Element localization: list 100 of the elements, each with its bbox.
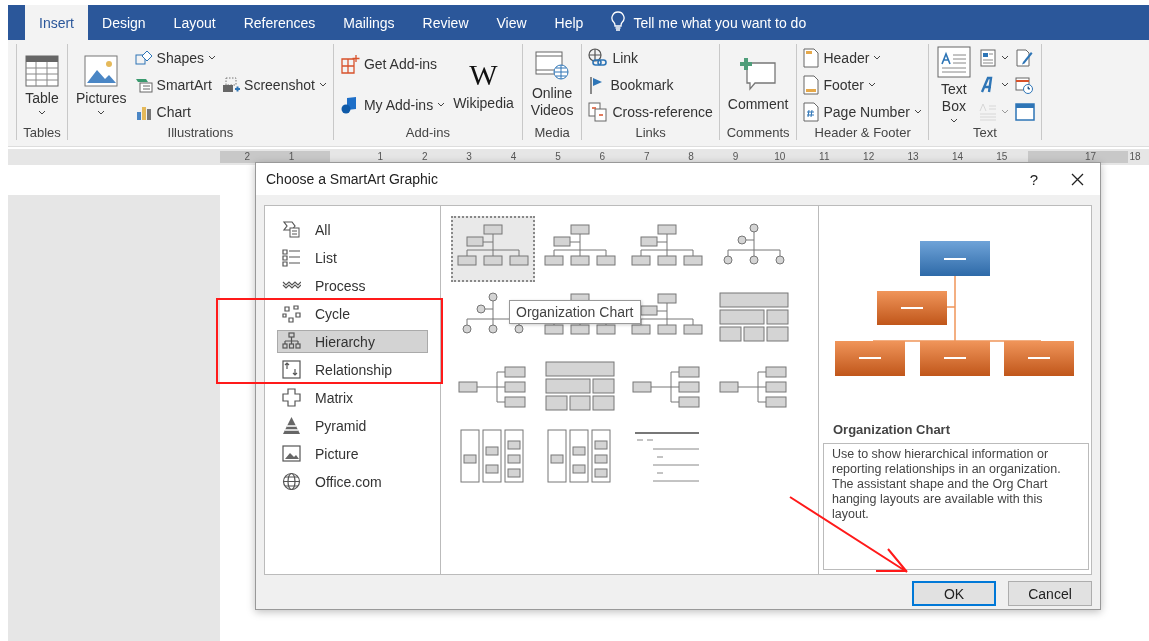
quick-parts-icon xyxy=(978,48,997,67)
ruler-number: 4 xyxy=(509,150,518,164)
cross-reference-icon xyxy=(588,101,609,122)
ribbon-button[interactable]: My Add-ins xyxy=(339,92,446,117)
group-label: Tables xyxy=(23,125,61,140)
category-item[interactable]: Relationship xyxy=(277,358,428,381)
ribbon-button[interactable]: W Wikipedia xyxy=(451,55,516,114)
category-item[interactable]: Process xyxy=(277,274,428,297)
ruler-number: 1 xyxy=(287,150,296,164)
ruler-number: 14 xyxy=(950,150,964,164)
ruler-number: 10 xyxy=(773,150,787,164)
category-item[interactable]: Matrix xyxy=(277,386,428,409)
header-page-icon xyxy=(803,47,820,68)
ribbon-button[interactable]: Chart xyxy=(134,99,217,124)
ribbon-button[interactable]: Get Add-ins xyxy=(339,52,446,77)
group-label: Add-ins xyxy=(404,125,451,140)
ribbon-tab[interactable]: Help xyxy=(540,5,598,40)
group-label: Media xyxy=(533,125,571,140)
ribbon-button[interactable]: Online Videos xyxy=(528,48,576,121)
ribbon-tab[interactable]: Design xyxy=(88,5,160,40)
category-icon xyxy=(282,388,301,407)
ribbon-tab[interactable]: Insert xyxy=(25,5,88,40)
ruler-number: 15 xyxy=(995,150,1009,164)
dialog-title: Choose a SmartArt Graphic xyxy=(266,171,439,187)
link-icon xyxy=(588,47,609,68)
ruler-number: 8 xyxy=(687,150,695,164)
ribbon-button[interactable]: Link xyxy=(588,45,713,70)
add-ins-icon xyxy=(339,54,360,75)
layout-description: Use to show hierarchical information or reporting relationships in an organization. The assistant shape and the Org Chart hanging layouts are available with this layout. xyxy=(823,443,1089,570)
ruler-number: 12 xyxy=(862,150,876,164)
layout-title: Organization Chart xyxy=(832,422,951,437)
picture-icon xyxy=(84,54,119,87)
ruler-number: 17 xyxy=(1084,150,1098,164)
ribbon-tab[interactable]: Layout xyxy=(159,5,230,40)
ok-button[interactable]: OK xyxy=(912,581,996,606)
shapes-icon xyxy=(134,49,153,66)
ribbon-button[interactable]: Pictures xyxy=(74,52,129,117)
ribbon-button[interactable]: Comment xyxy=(725,54,791,115)
text-box-icon xyxy=(936,46,971,78)
group-label: Comments xyxy=(725,125,791,140)
signature-line-icon xyxy=(1014,48,1033,67)
ruler-number: 3 xyxy=(465,150,473,164)
ribbon-button[interactable]: Header xyxy=(803,45,922,70)
ribbon-button[interactable]: Footer xyxy=(803,72,922,97)
ribbon-button[interactable]: SmartArt xyxy=(134,72,217,97)
cancel-button[interactable]: Cancel xyxy=(1008,581,1092,606)
category-item[interactable]: List xyxy=(277,246,428,269)
category-icon xyxy=(282,248,301,267)
category-item[interactable]: Cycle xyxy=(277,302,428,325)
category-icon xyxy=(282,416,301,435)
category-icon xyxy=(282,220,301,239)
object-icon xyxy=(1014,102,1035,121)
smartart-icon xyxy=(134,76,153,93)
ruler-number: 9 xyxy=(731,150,740,164)
tooltip: Organization Chart xyxy=(509,300,641,324)
ribbon-button[interactable]: Screenshot xyxy=(222,72,327,97)
group-label: Illustrations xyxy=(166,125,235,140)
category-item[interactable]: Office.com xyxy=(277,470,428,493)
ribbon-tab[interactable]: References xyxy=(229,5,330,40)
drop-cap-icon xyxy=(978,102,997,121)
comment-icon xyxy=(739,56,778,93)
category-icon xyxy=(282,444,301,463)
ruler-number: 7 xyxy=(642,150,651,164)
ribbon-tab[interactable]: Review xyxy=(408,5,483,40)
category-item[interactable]: Hierarchy xyxy=(277,330,428,353)
ribbon-button[interactable]: Page Number xyxy=(803,99,922,124)
ribbon-button[interactable]: Shapes xyxy=(134,45,217,70)
ruler-number: 1 xyxy=(376,150,385,164)
ribbon-tab[interactable]: View xyxy=(482,5,541,40)
ruler-number: 13 xyxy=(906,150,920,164)
ruler-number: 5 xyxy=(554,150,562,164)
group-label: Links xyxy=(634,125,667,140)
ruler-number: 2 xyxy=(420,150,429,164)
ribbon-button[interactable]: Table xyxy=(23,52,61,117)
ruler-number: 18 xyxy=(1128,150,1142,164)
group-label: Text xyxy=(971,125,998,140)
layout-thumbnail[interactable] xyxy=(451,216,535,282)
category-icon xyxy=(282,472,301,491)
lightbulb-icon xyxy=(611,11,626,31)
table-icon xyxy=(25,54,59,87)
camera-icon xyxy=(222,76,241,93)
footer-page-icon xyxy=(803,74,820,95)
ruler-number: 11 xyxy=(818,150,831,164)
help-button[interactable]: ? xyxy=(1014,163,1054,195)
category-item[interactable]: All xyxy=(277,218,428,241)
category-item[interactable]: Picture xyxy=(277,442,428,465)
close-icon xyxy=(1070,172,1084,186)
tell-me-search-field[interactable]: Tell me what you want to do xyxy=(631,13,896,32)
page-number-icon xyxy=(803,101,820,122)
category-icon xyxy=(282,304,301,323)
ruler-number: 2 xyxy=(243,150,251,164)
ribbon-button[interactable]: Text Box xyxy=(934,44,973,125)
category-icon xyxy=(282,360,301,379)
ruler-number: 6 xyxy=(598,150,607,164)
ribbon-button[interactable]: Bookmark xyxy=(588,72,713,97)
video-globe-icon xyxy=(534,50,571,82)
category-item[interactable]: Pyramid xyxy=(277,414,428,437)
ribbon-tab[interactable]: Mailings xyxy=(329,5,409,40)
ribbon-button[interactable]: Cross-reference xyxy=(588,99,713,124)
group-label: Header & Footer xyxy=(813,125,912,140)
